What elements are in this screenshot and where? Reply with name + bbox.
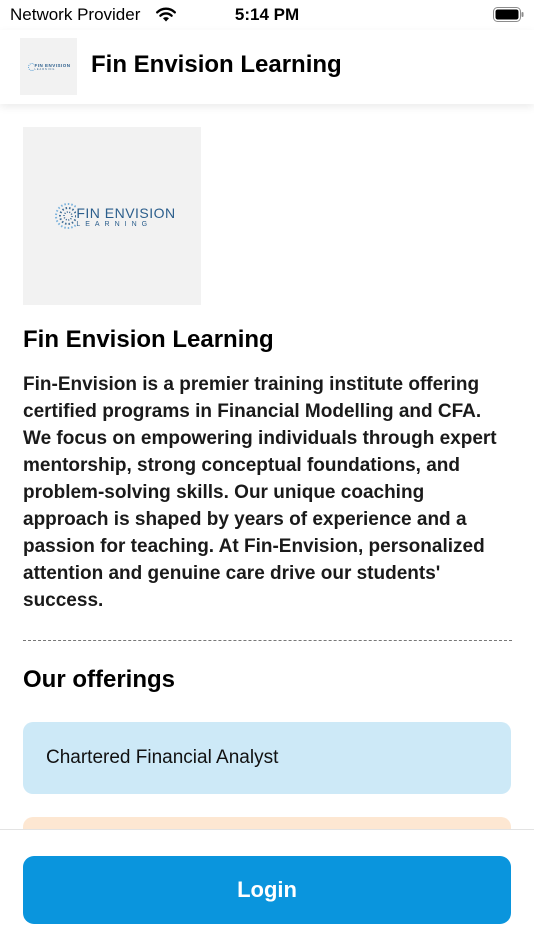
footer-bar: Login [0, 829, 534, 951]
hero-logo-sub: LEARNING [76, 220, 153, 228]
main-content[interactable]: FIN ENVISION LEARNING Fin Envision Learn… [0, 104, 534, 829]
about-description: Fin-Envision is a premier training insti… [23, 374, 497, 611]
logo-mark: FIN ENVISION LEARNING [26, 62, 70, 72]
login-button[interactable]: Login [23, 856, 511, 924]
battery-icon [493, 7, 524, 22]
about-title: Fin Envision Learning [23, 326, 274, 353]
app-header: FIN ENVISION LEARNING Fin Envision Learn… [0, 30, 534, 104]
header-title: Fin Envision Learning [91, 51, 342, 78]
logo-sub-text: LEARNING [34, 67, 56, 71]
spiral-icon [55, 203, 77, 229]
dashed-divider [23, 640, 512, 641]
clock: 5:14 PM [234, 5, 300, 24]
hero-logo-brand: FIN ENVISION [76, 204, 176, 221]
hero-logo: FIN ENVISION LEARNING [23, 127, 201, 305]
offering-card[interactable] [23, 817, 511, 829]
spiral-icon [28, 62, 35, 71]
offering-label: Chartered Financial Analyst [46, 747, 279, 768]
offering-card[interactable]: Chartered Financial Analyst [23, 722, 511, 794]
hero-logo-mark: FIN ENVISION LEARNING [48, 200, 175, 232]
offerings-heading: Our offerings [23, 666, 176, 693]
status-bar: Network Provider 5:14 PM [0, 0, 534, 30]
header-logo: FIN ENVISION LEARNING [20, 38, 77, 95]
